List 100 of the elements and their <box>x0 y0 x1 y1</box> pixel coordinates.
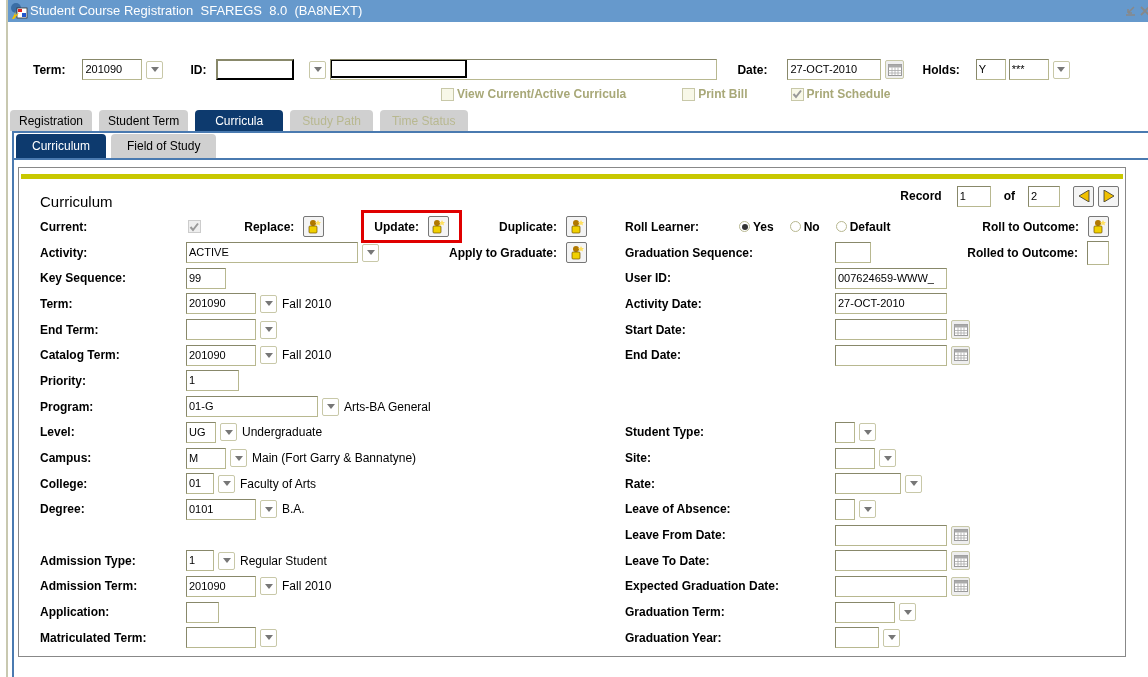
dropdown-button[interactable] <box>879 449 896 468</box>
tab[interactable]: Curricula <box>195 110 284 131</box>
input-field[interactable] <box>835 447 875 469</box>
dropdown-button[interactable] <box>230 449 247 468</box>
calendar-button[interactable] <box>951 525 970 545</box>
input-field[interactable] <box>186 627 256 649</box>
radio-button[interactable] <box>789 221 801 233</box>
input-field[interactable]: 1 <box>186 550 214 572</box>
input-field[interactable]: 0101 <box>186 498 256 520</box>
dropdown-button[interactable] <box>260 320 277 339</box>
field-label: Term: <box>40 295 74 313</box>
dropdown-button[interactable] <box>146 60 164 79</box>
input-field[interactable]: ACTIVE <box>186 242 358 264</box>
input-field[interactable]: 1 <box>186 370 239 392</box>
dropdown-button[interactable] <box>859 423 876 442</box>
previous-button[interactable] <box>1073 185 1094 207</box>
section-title: Curriculum <box>40 191 113 212</box>
radio-button[interactable] <box>739 221 750 233</box>
checkbox[interactable] <box>441 87 454 101</box>
input-field[interactable]: 201090 <box>186 344 256 366</box>
tab[interactable]: Student Term <box>99 110 189 131</box>
field-description: Fall 2010 <box>282 578 332 596</box>
caret-icon <box>326 404 335 410</box>
input-field[interactable]: *** <box>1008 59 1049 80</box>
field-label: End Date: <box>625 347 682 365</box>
dropdown-button[interactable] <box>899 603 916 622</box>
dropdown-button[interactable] <box>309 60 327 79</box>
calendar-button[interactable] <box>951 551 970 571</box>
input-field[interactable] <box>835 473 901 495</box>
input-field[interactable] <box>835 601 895 623</box>
tab[interactable]: Registration <box>10 110 93 131</box>
input-field[interactable] <box>835 498 855 520</box>
action-button[interactable] <box>303 216 325 238</box>
dropdown-button[interactable] <box>905 474 922 493</box>
action-button[interactable] <box>566 216 587 238</box>
caret-icon <box>366 250 375 256</box>
tab[interactable]: Curriculum <box>16 134 106 158</box>
tab[interactable]: Field of Study <box>111 134 217 158</box>
input-field[interactable]: 27-OCT-2010 <box>787 59 882 80</box>
input-field[interactable] <box>835 242 871 264</box>
input-field[interactable]: 007624659-WWW_ <box>835 267 947 289</box>
dropdown-button[interactable] <box>260 577 277 596</box>
dropdown-button[interactable] <box>1052 60 1070 79</box>
calendar-button[interactable] <box>885 60 905 79</box>
input-field[interactable] <box>186 601 219 623</box>
field-label: Roll Learner: <box>625 218 700 236</box>
input-field[interactable]: 201090 <box>186 293 256 315</box>
dropdown-button[interactable] <box>220 423 237 442</box>
calendar-icon <box>953 554 968 567</box>
input-field[interactable]: 201090 <box>82 59 143 80</box>
next-button[interactable] <box>1098 185 1119 207</box>
dropdown-button[interactable] <box>218 474 235 493</box>
dropdown-button[interactable] <box>260 500 277 519</box>
checkbox[interactable] <box>682 87 696 101</box>
action-button[interactable] <box>1088 216 1109 238</box>
field-label: Graduation Sequence: <box>625 244 755 262</box>
dropdown-button[interactable] <box>859 500 876 519</box>
input-field[interactable]: M <box>186 447 226 469</box>
input-field[interactable] <box>835 344 947 366</box>
caret-icon <box>150 67 159 72</box>
radio-button[interactable] <box>835 221 847 233</box>
input-field[interactable]: 1 <box>956 185 991 207</box>
input-field[interactable] <box>330 59 718 80</box>
input-field[interactable]: 2 <box>1028 185 1060 207</box>
dropdown-button[interactable] <box>260 294 277 313</box>
dropdown-button[interactable] <box>260 628 277 647</box>
checkbox[interactable] <box>188 220 201 234</box>
input-field[interactable]: 01 <box>186 473 214 495</box>
calendar-button[interactable] <box>951 345 970 365</box>
input-field[interactable]: UG <box>186 421 216 443</box>
dropdown-button[interactable] <box>322 397 339 416</box>
checkbox[interactable] <box>790 87 804 101</box>
dropdown-button[interactable] <box>883 628 900 647</box>
input-field[interactable] <box>835 575 947 597</box>
calendar-icon <box>953 529 968 542</box>
input-field[interactable]: 01-G <box>186 396 318 418</box>
input-field[interactable]: 27-OCT-2010 <box>835 293 947 315</box>
input-field[interactable] <box>186 319 256 341</box>
input-field[interactable] <box>835 627 879 649</box>
input-field[interactable]: 99 <box>186 267 226 289</box>
caret-icon <box>264 352 273 358</box>
input-field[interactable]: 201090 <box>186 575 256 597</box>
input-field[interactable] <box>835 524 947 546</box>
dropdown-button[interactable] <box>218 551 235 570</box>
action-button[interactable] <box>566 242 587 264</box>
calendar-button[interactable] <box>951 320 970 340</box>
dropdown-button[interactable] <box>362 243 379 262</box>
input-field[interactable] <box>835 550 947 572</box>
dropdown-button[interactable] <box>260 346 277 365</box>
caret-icon <box>887 635 896 641</box>
input-field[interactable] <box>835 421 855 443</box>
calendar-button[interactable] <box>951 576 970 596</box>
field-label: Degree: <box>40 501 86 519</box>
input-field[interactable] <box>1087 240 1109 265</box>
caret-icon <box>883 455 892 461</box>
field-label: Roll to Outcome: <box>982 218 1079 236</box>
action-button[interactable] <box>428 216 449 238</box>
input-field[interactable] <box>216 59 295 80</box>
input-field[interactable]: Y <box>975 59 1006 80</box>
input-field[interactable] <box>835 319 947 341</box>
